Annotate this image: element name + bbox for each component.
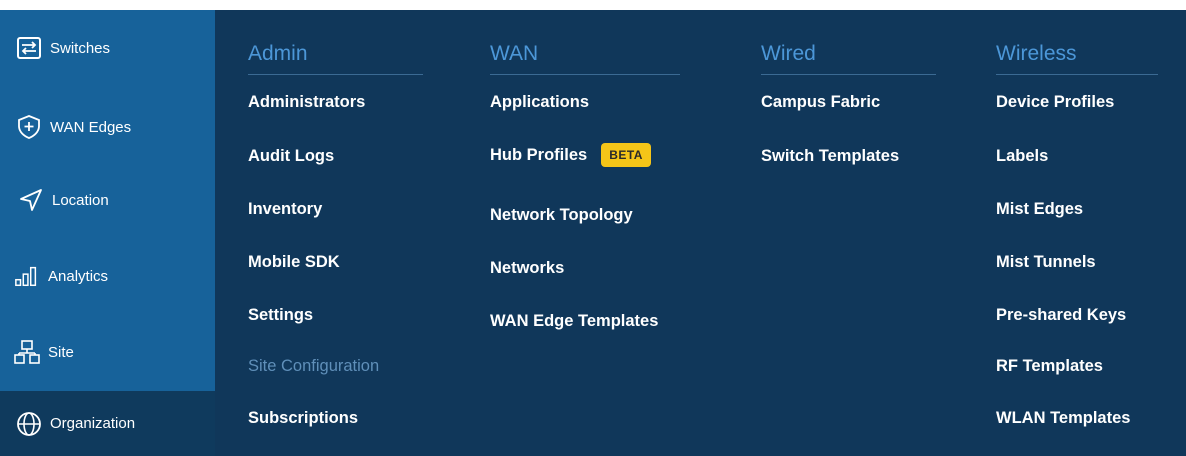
- menu-item-campus-fabric[interactable]: Campus Fabric: [761, 93, 880, 112]
- column-title: Wired: [761, 42, 816, 65]
- menu-item-settings[interactable]: Settings: [248, 306, 313, 325]
- menu-item-subscriptions[interactable]: Subscriptions: [248, 409, 358, 428]
- menu-item-switch-templates[interactable]: Switch Templates: [761, 147, 899, 166]
- wan-edges-shield-icon: [16, 114, 42, 140]
- organization-menu-panel: Admin Administrators Audit Logs Inventor…: [215, 10, 1186, 456]
- menu-item-hub-profiles[interactable]: Hub Profiles BETA: [490, 143, 651, 167]
- sidebar-item-switches[interactable]: Switches: [0, 24, 215, 72]
- menu-item-rf-templates[interactable]: RF Templates: [996, 357, 1103, 376]
- column-title: WAN: [490, 42, 539, 65]
- sidebar-item-label: Switches: [50, 39, 111, 57]
- column-divider: [996, 74, 1158, 75]
- menu-item-administrators[interactable]: Administrators: [248, 93, 365, 112]
- menu-item-network-topology[interactable]: Network Topology: [490, 206, 633, 225]
- menu-item-mobile-sdk[interactable]: Mobile SDK: [248, 253, 340, 272]
- column-title: Admin: [248, 42, 308, 65]
- sidebar-item-label: Location: [52, 191, 109, 209]
- site-hierarchy-icon: [14, 339, 40, 365]
- menu-item-site-configuration[interactable]: Site Configuration: [248, 357, 379, 376]
- menu-item-audit-logs[interactable]: Audit Logs: [248, 147, 334, 166]
- sidebar-item-label: WAN Edges: [50, 118, 132, 136]
- menu-item-applications[interactable]: Applications: [490, 93, 589, 112]
- menu-item-wlan-templates[interactable]: WLAN Templates: [996, 409, 1130, 428]
- menu-item-mist-edges[interactable]: Mist Edges: [996, 200, 1083, 219]
- sidebar-item-analytics[interactable]: Analytics: [0, 252, 215, 300]
- sidebar-item-label: Site: [48, 343, 74, 361]
- menu-item-label: Hub Profiles: [490, 145, 588, 164]
- menu-item-networks[interactable]: Networks: [490, 259, 564, 278]
- sidebar-item-label: Organization: [50, 415, 136, 432]
- sidebar-item-location[interactable]: Location: [0, 176, 215, 224]
- menu-item-device-profiles[interactable]: Device Profiles: [996, 93, 1114, 112]
- sidebar-item-site[interactable]: Site: [0, 328, 215, 376]
- menu-item-wan-edge-templates[interactable]: WAN Edge Templates: [490, 312, 658, 331]
- menu-item-pre-shared-keys[interactable]: Pre-shared Keys: [996, 306, 1126, 325]
- column-divider: [490, 74, 680, 75]
- column-divider: [761, 74, 936, 75]
- column-divider: [248, 74, 423, 75]
- sidebar-item-wan-edges[interactable]: WAN Edges: [0, 102, 215, 152]
- navigation-frame: Switches WAN Edges Location Analytics Si…: [0, 10, 1186, 456]
- switches-icon: [16, 35, 42, 61]
- sidebar-item-organization[interactable]: Organization: [0, 391, 215, 456]
- menu-item-mist-tunnels[interactable]: Mist Tunnels: [996, 253, 1096, 272]
- sidebar: Switches WAN Edges Location Analytics Si…: [0, 10, 215, 456]
- location-arrow-icon: [18, 187, 44, 213]
- globe-icon: [16, 411, 42, 437]
- menu-item-labels[interactable]: Labels: [996, 147, 1048, 166]
- sidebar-item-label: Analytics: [48, 267, 109, 285]
- column-title: Wireless: [996, 42, 1077, 65]
- beta-badge: BETA: [601, 143, 651, 167]
- menu-item-inventory[interactable]: Inventory: [248, 200, 322, 219]
- analytics-bars-icon: [14, 263, 40, 289]
